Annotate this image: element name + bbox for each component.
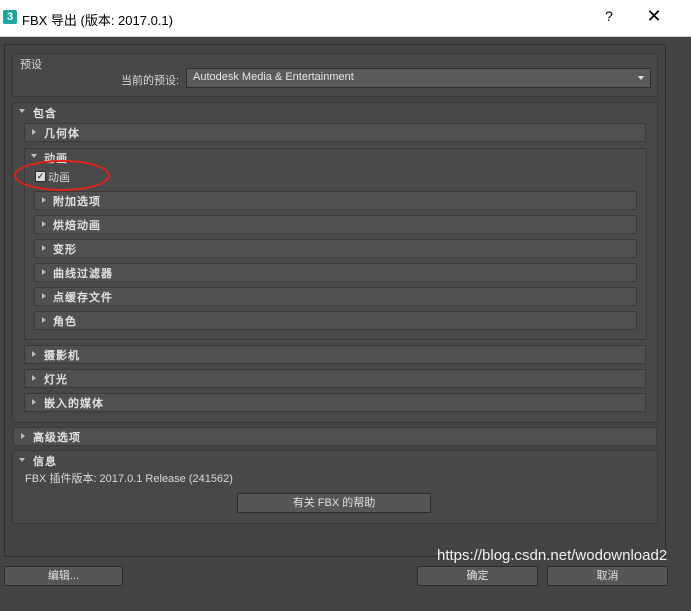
- subsection-deformations[interactable]: [34, 239, 637, 258]
- camera-section[interactable]: [24, 345, 646, 364]
- expand-arrow-icon: [32, 129, 36, 135]
- collapse-arrow-icon[interactable]: [19, 458, 25, 462]
- collapse-arrow-icon[interactable]: [31, 154, 37, 158]
- app-3dsmax-icon: 3: [3, 10, 17, 24]
- subsection-label: 曲线过滤器: [53, 268, 113, 280]
- subsection-label: 变形: [53, 244, 77, 256]
- fbx-help-button[interactable]: 有关 FBX 的帮助: [237, 493, 431, 513]
- expand-arrow-icon: [42, 293, 46, 299]
- expand-arrow-icon: [21, 433, 25, 439]
- csdn-watermark: https://blog.csdn.net/wodownload2: [437, 547, 668, 564]
- preset-dropdown[interactable]: Autodesk Media & Entertainment: [186, 68, 651, 88]
- subsection-label: 角色: [53, 316, 77, 328]
- preset-dropdown-value: Autodesk Media & Entertainment: [193, 71, 354, 83]
- expand-arrow-icon: [42, 269, 46, 275]
- chevron-down-icon: [638, 76, 644, 80]
- dialog-content: 预设 当前的预设: Autodesk Media & Entertainment…: [0, 37, 691, 611]
- advanced-options-label: 高级选项: [33, 432, 81, 444]
- expand-arrow-icon: [42, 317, 46, 323]
- subsection-bake-animation[interactable]: [34, 215, 637, 234]
- expand-arrow-icon: [32, 399, 36, 405]
- include-header[interactable]: 包含: [33, 105, 57, 121]
- expand-arrow-icon: [42, 221, 46, 227]
- lights-section[interactable]: [24, 369, 646, 388]
- expand-arrow-icon: [32, 351, 36, 357]
- help-button[interactable]: ?: [600, 8, 618, 28]
- subsection-point-cache[interactable]: [34, 287, 637, 306]
- ok-button[interactable]: 确定: [417, 566, 538, 586]
- camera-label: 摄影机: [44, 350, 80, 362]
- geometry-section[interactable]: [24, 123, 646, 142]
- subsection-characters[interactable]: [34, 311, 637, 330]
- subsection-curve-filters[interactable]: [34, 263, 637, 282]
- embed-media-label: 嵌入的媒体: [44, 398, 104, 410]
- embed-media-section[interactable]: [24, 393, 646, 412]
- expand-arrow-icon: [32, 375, 36, 381]
- animation-header[interactable]: 动画: [44, 150, 68, 166]
- lights-label: 灯光: [44, 374, 68, 386]
- plugin-version-text: FBX 插件版本: 2017.0.1 Release (241562): [25, 473, 233, 485]
- geometry-label: 几何体: [44, 128, 80, 140]
- window-titlebar: 3 FBX 导出 (版本: 2017.0.1) ? ✕: [0, 0, 691, 37]
- cancel-button[interactable]: 取消: [547, 566, 668, 586]
- animation-checkbox-label[interactable]: 动画: [48, 169, 70, 185]
- close-button[interactable]: ✕: [644, 6, 664, 28]
- subsection-label: 点缓存文件: [53, 292, 113, 304]
- expand-arrow-icon: [42, 197, 46, 203]
- current-preset-label: 当前的预设:: [121, 75, 180, 87]
- expand-arrow-icon: [42, 245, 46, 251]
- edit-button[interactable]: 编辑...: [4, 566, 123, 586]
- advanced-options-section[interactable]: [13, 427, 657, 446]
- collapse-arrow-icon[interactable]: [19, 109, 25, 113]
- subsection-extra-options[interactable]: [34, 191, 637, 210]
- window-title: FBX 导出 (版本: 2017.0.1): [22, 13, 173, 28]
- info-header[interactable]: 信息: [33, 453, 57, 469]
- subsection-label: 附加选项: [53, 196, 101, 208]
- preset-header: 预设: [20, 59, 42, 71]
- subsection-label: 烘焙动画: [53, 220, 101, 232]
- animation-checkbox[interactable]: ✓: [35, 171, 46, 182]
